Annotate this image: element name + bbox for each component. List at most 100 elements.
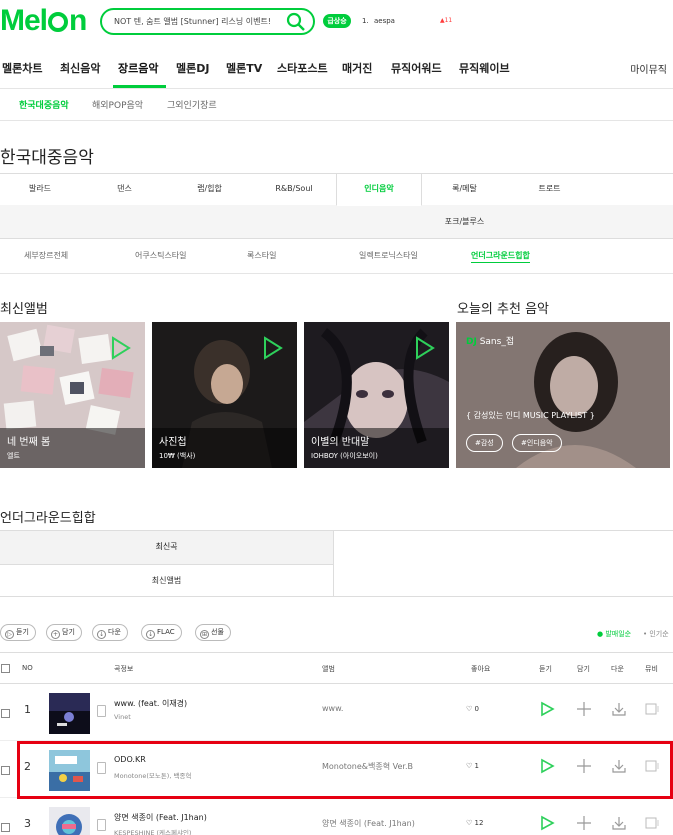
flac-button[interactable]: ↓ FLAC (141, 624, 182, 641)
genre-dance[interactable]: 댄스 (82, 174, 167, 207)
song-info-icon[interactable] (97, 819, 106, 831)
trending-keyword[interactable]: aespa (374, 17, 395, 25)
album-card-1[interactable]: 네 번째 봄 엘트 (0, 322, 145, 468)
plus-icon[interactable] (576, 815, 592, 831)
button-label: FLAC (157, 628, 175, 636)
col-album: 앨범 (322, 665, 335, 673)
song-album[interactable]: 양면 색종이 (Feat. J1han) (322, 818, 415, 829)
col-no: NO (22, 664, 33, 672)
genre-hiphop[interactable]: 랩/힙합 (167, 174, 252, 207)
nav-my-music[interactable]: 마이뮤직 (630, 61, 667, 76)
style-acoustic[interactable]: 어쿠스틱스타일 (135, 250, 187, 261)
heart-icon: ♡ (466, 819, 473, 827)
section-heading: 언더그라운드힙합 (0, 511, 96, 526)
latest-album-heading: 최신앨범 (0, 302, 48, 317)
style-rock[interactable]: 록스타일 (247, 250, 276, 261)
play-icon[interactable] (263, 336, 283, 360)
button-label: 선물 (211, 628, 224, 636)
melon-logo[interactable]: Mel n (0, 4, 87, 38)
row-checkbox[interactable] (1, 766, 10, 775)
search-icon[interactable] (286, 12, 306, 32)
add-all-button[interactable]: + 담기 (46, 624, 82, 641)
style-electronic[interactable]: 일렉트로닉스타일 (359, 250, 418, 261)
genre-ballad[interactable]: 발라드 (0, 174, 80, 207)
nav-star-post[interactable]: 스타포스트 (277, 60, 328, 76)
play-icon[interactable] (415, 336, 435, 360)
genre-rock-metal[interactable]: 록/메탈 (422, 174, 507, 207)
tab-latest-album[interactable]: 최신앨범 (0, 564, 334, 597)
song-title[interactable]: 양면 색종이 (Feat. J1han) (114, 812, 207, 823)
genre-trot[interactable]: 트로트 (507, 174, 592, 207)
album-artist[interactable]: 엘트 (7, 451, 20, 461)
like-button[interactable]: ♡ 0 (466, 705, 479, 713)
table-header: NO 곡정보 앨범 좋아요 듣기 담기 다운 뮤비 (0, 652, 673, 684)
play-icon[interactable] (111, 336, 131, 360)
button-label: 담기 (62, 628, 75, 636)
button-label: 듣기 (16, 628, 29, 636)
download-button[interactable]: ↓ 다운 (92, 624, 128, 641)
style-all[interactable]: 세부장르전체 (24, 250, 68, 261)
subnav-korean-pop[interactable]: 한국대중음악 (19, 98, 69, 111)
row-checkbox[interactable] (1, 823, 10, 832)
genre-indie[interactable]: 인디음악 (336, 174, 422, 206)
dj-label[interactable]: DJ Sans_접 (466, 334, 514, 347)
row-checkbox[interactable] (1, 709, 10, 718)
nav-latest-music[interactable]: 최신음악 (60, 60, 100, 76)
song-artist[interactable]: KESPESHINE (케스페샤인) (114, 827, 191, 835)
nav-melon-tv[interactable]: 멜론TV (226, 60, 262, 76)
button-label: 다운 (108, 628, 121, 636)
gift-button[interactable]: ⊞ 선물 (195, 624, 231, 641)
like-button[interactable]: ♡ 12 (466, 819, 483, 827)
col-add: 담기 (577, 665, 590, 673)
song-title[interactable]: www. (feat. 이재경) (114, 698, 187, 709)
album-thumbnail[interactable] (49, 807, 90, 835)
playlist-tag[interactable]: #감성 (466, 434, 503, 452)
search-input[interactable]: NOT 텐, 숨트 앨범 [Stunner] 리스닝 이벤트! (114, 16, 271, 27)
trending-change: ▲11 (440, 17, 453, 24)
table-row: 1 www. (feat. 이재경) Vinet www. ♡ 0 (0, 685, 673, 741)
album-card-2[interactable]: 사진첩 10₩ (백사) (152, 322, 297, 468)
download-icon: ↓ (97, 630, 106, 639)
song-info-icon[interactable] (97, 705, 106, 717)
mv-icon[interactable] (645, 815, 661, 831)
download-icon[interactable] (611, 815, 627, 831)
col-download: 다운 (611, 665, 624, 673)
nav-melon-dj[interactable]: 멜론DJ (176, 60, 209, 76)
album-thumbnail[interactable] (49, 693, 90, 734)
play-icon[interactable] (539, 701, 555, 717)
album-title[interactable]: 네 번째 봄 (7, 433, 50, 448)
subnav-foreign-pop[interactable]: 해외POP음악 (92, 98, 143, 111)
nav-music-wave[interactable]: 뮤직웨이브 (459, 60, 510, 76)
genre-folk-blues[interactable]: 포크/블루스 (422, 207, 507, 240)
play-all-button[interactable]: ▷ 듣기 (0, 624, 36, 641)
nav-music-awards[interactable]: 뮤직어워드 (391, 60, 442, 76)
album-artist[interactable]: IOHBOY (아이오보이) (311, 451, 378, 461)
gift-icon: ⊞ (200, 630, 209, 639)
song-artist[interactable]: Vinet (114, 713, 131, 721)
sort-by-release[interactable]: ● 발매일순 (597, 629, 631, 639)
select-all-checkbox[interactable] (1, 664, 10, 673)
play-icon[interactable] (539, 815, 555, 831)
album-title[interactable]: 이별의 반대말 (311, 433, 369, 448)
album-title[interactable]: 사진첩 (159, 433, 187, 448)
playlist-tag[interactable]: #인디음악 (512, 434, 562, 452)
nav-genre-music[interactable]: 장르음악 (118, 60, 158, 76)
album-artist[interactable]: 10₩ (백사) (159, 451, 195, 461)
search-box[interactable]: NOT 텐, 숨트 앨범 [Stunner] 리스닝 이벤트! (100, 8, 315, 35)
recommend-card[interactable]: DJ Sans_접 { 감성있는 인디 MUSIC PLAYLIST } #감성… (456, 322, 670, 468)
plus-icon[interactable] (576, 701, 592, 717)
album-card-3[interactable]: 이별의 반대말 IOHBOY (아이오보이) (304, 322, 449, 468)
nav-melon-chart[interactable]: 멜론차트 (2, 60, 42, 76)
tab-latest-song[interactable]: 최신곡 (0, 531, 334, 564)
song-album[interactable]: www. (322, 704, 343, 713)
subnav-other-genres[interactable]: 그외인기장르 (167, 98, 217, 111)
playlist-title[interactable]: { 감성있는 인디 MUSIC PLAYLIST } (466, 410, 595, 421)
style-underground-hiphop[interactable]: 언더그라운드힙합 (471, 250, 530, 263)
page-title: 한국대중음악 (0, 148, 94, 168)
sort-by-popularity[interactable]: • 인기순 (643, 629, 669, 639)
play-icon: ▷ (5, 630, 14, 639)
nav-magazine[interactable]: 매거진 (342, 60, 372, 76)
download-icon[interactable] (611, 701, 627, 717)
genre-rnb[interactable]: R&B/Soul (252, 174, 336, 207)
mv-icon[interactable] (645, 701, 661, 717)
